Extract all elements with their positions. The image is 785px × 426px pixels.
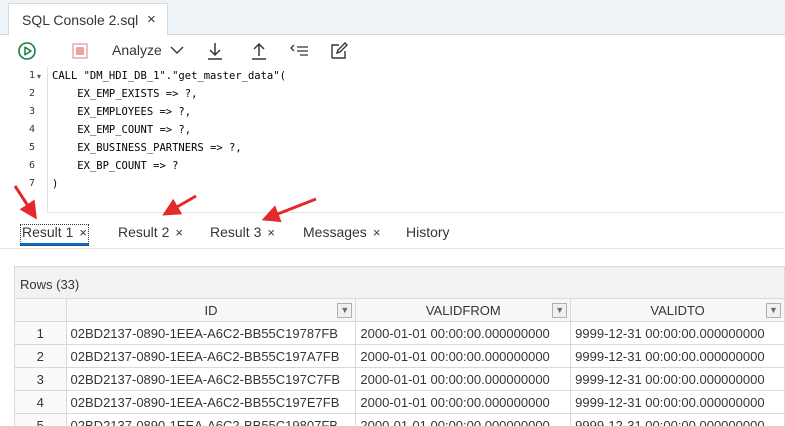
- run-button[interactable]: [17, 40, 37, 62]
- fold-arrow-icon[interactable]: ▾: [37, 72, 41, 81]
- table-header-row: ID ▼ VALIDFROM ▼ VALIDTO ▼: [14, 298, 785, 322]
- download-button[interactable]: [205, 40, 225, 62]
- row-number: 4: [14, 390, 67, 414]
- table-row[interactable]: 2 02BD2137-0890-1EEA-A6C2-BB55C197A7FB 2…: [14, 344, 785, 368]
- row-number: 2: [14, 344, 67, 368]
- file-tab-sql-console[interactable]: SQL Console 2.sql ×: [8, 3, 168, 35]
- tab-label: Result 3: [210, 224, 262, 240]
- close-icon[interactable]: ×: [267, 225, 275, 240]
- stop-button[interactable]: [71, 40, 89, 62]
- cell-id[interactable]: 02BD2137-0890-1EEA-A6C2-BB55C19807FB: [65, 413, 357, 426]
- code-line: ): [52, 178, 59, 190]
- tab-result-2[interactable]: Result 2 ×: [118, 224, 183, 240]
- line-number: 1: [28, 70, 35, 81]
- result-tab-bar: Result 1 × Result 2 × Result 3 × Message…: [0, 214, 785, 249]
- cell-validto[interactable]: 9999-12-31 00:00:00.000000000: [570, 344, 785, 368]
- analyze-label: Analyze: [112, 42, 162, 58]
- row-number: 1: [14, 321, 67, 345]
- column-header-label: VALIDFROM: [425, 302, 501, 318]
- result-table: ID ▼ VALIDFROM ▼ VALIDTO ▼ 1 02BD2137-08…: [14, 298, 785, 426]
- cell-validto[interactable]: 9999-12-31 00:00:00.000000000: [570, 367, 785, 391]
- table-row[interactable]: 5 02BD2137-0890-1EEA-A6C2-BB55C19807FB 2…: [14, 413, 785, 426]
- table-row[interactable]: 4 02BD2137-0890-1EEA-A6C2-BB55C197E7FB 2…: [14, 390, 785, 414]
- tab-history[interactable]: History: [406, 224, 450, 240]
- column-header-id[interactable]: ID ▼: [65, 298, 357, 322]
- upload-icon: [252, 42, 266, 60]
- filter-icon[interactable]: ▼: [337, 303, 353, 318]
- line-number-gutter: 1 ▾ 2 3 4 5 6 7: [0, 67, 48, 213]
- tab-result-1[interactable]: Result 1 ×: [20, 224, 89, 246]
- column-header-label: VALIDTO: [650, 302, 705, 318]
- column-header-validfrom[interactable]: VALIDFROM ▼: [355, 298, 572, 322]
- code-line: EX_BUSINESS_PARTNERS => ?,: [52, 142, 242, 154]
- tab-label: Result 2: [118, 224, 170, 240]
- tab-result-3[interactable]: Result 3 ×: [210, 224, 275, 240]
- code-line: CALL "DM_HDI_DB_1"."get_master_data"(: [52, 70, 286, 82]
- rows-count-bar: Rows (33): [14, 266, 785, 298]
- cell-id[interactable]: 02BD2137-0890-1EEA-A6C2-BB55C197A7FB: [65, 344, 357, 368]
- cell-validfrom[interactable]: 2000-01-01 00:00:00.000000000: [355, 321, 572, 345]
- close-icon[interactable]: ×: [175, 225, 183, 240]
- rows-count: Rows (33): [20, 277, 80, 292]
- cell-validfrom[interactable]: 2000-01-01 00:00:00.000000000: [355, 413, 572, 426]
- tab-label: History: [406, 224, 450, 240]
- cell-validfrom[interactable]: 2000-01-01 00:00:00.000000000: [355, 367, 572, 391]
- line-number: 4: [28, 124, 35, 135]
- cell-validto[interactable]: 9999-12-31 00:00:00.000000000: [570, 390, 785, 414]
- upload-button[interactable]: [249, 40, 269, 62]
- code-line: EX_BP_COUNT => ?: [52, 160, 179, 172]
- line-number: 3: [28, 106, 35, 117]
- tab-messages[interactable]: Messages ×: [303, 224, 380, 240]
- filter-icon[interactable]: ▼: [552, 303, 568, 318]
- line-number: 2: [28, 88, 35, 99]
- column-header-label: ID: [204, 302, 218, 318]
- edit-pencil-icon: [331, 42, 348, 59]
- download-icon: [208, 43, 222, 60]
- row-number: 5: [14, 413, 67, 426]
- cell-validfrom[interactable]: 2000-01-01 00:00:00.000000000: [355, 344, 572, 368]
- stop-square-icon: [72, 43, 88, 59]
- sql-editor[interactable]: 1 ▾ 2 3 4 5 6 7 CALL "DM_HDI_DB_1"."get_…: [0, 67, 785, 213]
- line-number: 7: [28, 178, 35, 189]
- format-button[interactable]: [289, 40, 311, 62]
- cell-id[interactable]: 02BD2137-0890-1EEA-A6C2-BB55C19787FB: [65, 321, 357, 345]
- code-line: EX_EMP_COUNT => ?,: [52, 124, 192, 136]
- file-tab-close-icon[interactable]: ×: [147, 11, 156, 28]
- tab-label: Messages: [303, 224, 367, 240]
- result-panel: Rows (33) ID ▼ VALIDFROM ▼ VALIDTO ▼ 1 0…: [0, 250, 785, 426]
- cell-validto[interactable]: 9999-12-31 00:00:00.000000000: [570, 321, 785, 345]
- code-line: EX_EMP_EXISTS => ?,: [52, 88, 198, 100]
- close-icon[interactable]: ×: [79, 225, 87, 240]
- table-row[interactable]: 3 02BD2137-0890-1EEA-A6C2-BB55C197C7FB 2…: [14, 367, 785, 391]
- file-tab-bar: SQL Console 2.sql ×: [0, 0, 785, 35]
- table-row[interactable]: 1 02BD2137-0890-1EEA-A6C2-BB55C19787FB 2…: [14, 321, 785, 345]
- cell-id[interactable]: 02BD2137-0890-1EEA-A6C2-BB55C197E7FB: [65, 390, 357, 414]
- cell-validfrom[interactable]: 2000-01-01 00:00:00.000000000: [355, 390, 572, 414]
- close-icon[interactable]: ×: [373, 225, 381, 240]
- tab-label: Result 1: [22, 224, 74, 240]
- editor-toolbar: Analyze: [0, 35, 785, 67]
- file-tab-title: SQL Console 2.sql: [22, 11, 139, 28]
- cell-validto[interactable]: 9999-12-31 00:00:00.000000000: [570, 413, 785, 426]
- code-line: EX_EMPLOYEES => ?,: [52, 106, 192, 118]
- format-list-icon: [290, 44, 308, 56]
- chevron-down-icon: [170, 46, 184, 54]
- line-number: 6: [28, 160, 35, 171]
- row-number: 3: [14, 367, 67, 391]
- edit-button[interactable]: [329, 40, 349, 62]
- cell-id[interactable]: 02BD2137-0890-1EEA-A6C2-BB55C197C7FB: [65, 367, 357, 391]
- row-number-header: [14, 298, 67, 322]
- analyze-dropdown[interactable]: Analyze: [112, 42, 184, 58]
- filter-icon[interactable]: ▼: [766, 303, 781, 318]
- line-number: 5: [28, 142, 35, 153]
- play-circle-icon: [18, 42, 36, 60]
- column-header-validto[interactable]: VALIDTO ▼: [570, 298, 785, 322]
